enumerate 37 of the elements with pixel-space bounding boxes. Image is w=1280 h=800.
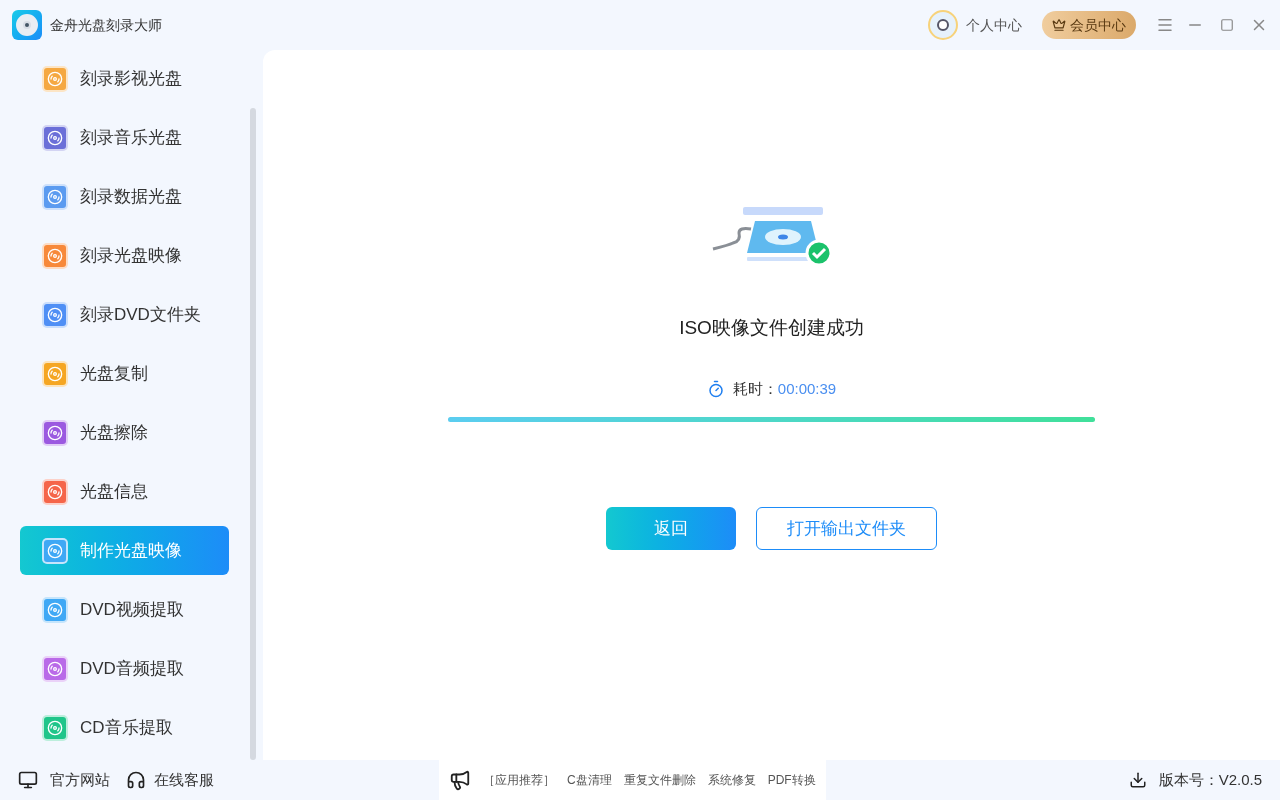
menu-icon[interactable]	[1156, 16, 1174, 34]
version-text: 版本号：V2.0.5	[1158, 769, 1262, 790]
app-title: 金舟光盘刻录大师	[50, 15, 162, 35]
vip-center-button[interactable]: 会员中心	[1042, 11, 1136, 39]
sidebar-item[interactable]: 刻录光盘映像	[20, 231, 229, 280]
elapsed-time: 00:00:39	[777, 378, 837, 399]
recommend-link[interactable]: PDF转换	[767, 771, 816, 789]
headset-icon	[126, 770, 146, 790]
sidebar-item[interactable]: 刻录音乐光盘	[20, 113, 229, 162]
maximize-icon[interactable]	[1220, 18, 1234, 32]
recommend-link[interactable]: C盘清理	[567, 771, 612, 789]
elapsed-label: 耗时：	[732, 378, 778, 399]
sidebar-item[interactable]: 光盘信息	[20, 467, 229, 516]
open-folder-button[interactable]: 打开输出文件夹	[756, 507, 937, 550]
support-link[interactable]: 在线客服	[154, 768, 214, 792]
recommend-label: ［应用推荐］	[483, 772, 555, 789]
recommend-link[interactable]: 系统修复	[707, 771, 756, 789]
crown-icon	[1052, 18, 1066, 32]
website-link[interactable]: 官方网站	[50, 768, 110, 792]
disc-logo-icon	[12, 10, 42, 40]
sidebar-item[interactable]: DVD音频提取	[20, 644, 229, 693]
avatar-icon	[928, 10, 958, 40]
recommend-link[interactable]: 重复文件删除	[623, 771, 696, 789]
sidebar-item[interactable]: 刻录影视光盘	[20, 54, 229, 103]
sidebar-item[interactable]: DVD视频提取	[20, 585, 229, 634]
download-icon[interactable]	[1128, 771, 1147, 789]
sidebar-item[interactable]: 光盘复制	[20, 349, 229, 398]
megaphone-icon	[449, 769, 471, 791]
monitor-icon	[18, 770, 38, 790]
sidebar-item[interactable]: 刻录数据光盘	[20, 172, 229, 221]
sidebar-item[interactable]: 刻录DVD文件夹	[20, 290, 229, 339]
scrollbar[interactable]	[250, 108, 256, 760]
sidebar-item[interactable]: CD音乐提取	[20, 703, 229, 752]
user-center-link[interactable]: 个人中心	[966, 14, 1022, 36]
sidebar-item[interactable]: 光盘擦除	[20, 408, 229, 457]
timer-icon	[706, 379, 725, 398]
success-message: ISO映像文件创建成功	[679, 316, 864, 340]
